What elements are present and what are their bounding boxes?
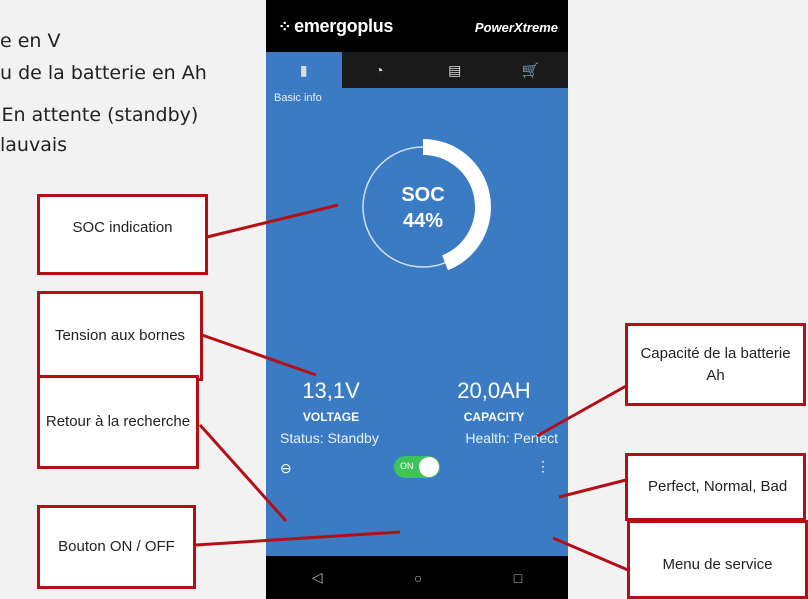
background-text-line-1: e en V [0, 30, 61, 52]
more-menu-icon[interactable]: ⋮ [536, 458, 550, 475]
back-icon[interactable]: ⊖ [280, 460, 292, 477]
product-logo: PowerXtreme [474, 20, 558, 35]
callout-capacity: Capacité de la batterie Ah [625, 323, 806, 406]
capacity-label: CAPACITY [463, 410, 525, 424]
nav-back-icon[interactable]: ◁ [312, 569, 323, 586]
voltage-value: 13,1V [302, 378, 360, 403]
soc-gauge [362, 139, 491, 271]
document-icon: ▤ [448, 61, 462, 78]
capacity-value: 20,0AH [457, 378, 531, 403]
tab-gauge[interactable]: ◔ [342, 52, 418, 88]
phone-screen: ⁘ emergoplus PowerXtreme ▮ ◔ ▤ 🛒 Basic in… [266, 0, 568, 599]
callout-health: Perfect, Normal, Bad [625, 453, 806, 521]
battery-icon: ▮ [299, 61, 308, 78]
tab-bar: ▮ ◔ ▤ 🛒 [266, 52, 568, 88]
soc-value: 44% [402, 210, 444, 232]
nav-recent-icon[interactable]: □ [514, 570, 522, 586]
background-text-line-2: u de la batterie en Ah [0, 62, 207, 84]
tab-document[interactable]: ▤ [417, 52, 493, 88]
power-toggle[interactable]: ON [394, 456, 440, 478]
brand-header: ⁘ emergoplus PowerXtreme [266, 0, 568, 52]
callout-onoff: Bouton ON / OFF [37, 505, 196, 589]
toggle-knob [419, 457, 439, 477]
soc-label: SOC [401, 184, 445, 206]
status-text: Status: Standby [280, 430, 379, 446]
section-title: Basic info [274, 92, 322, 104]
cart-icon: 🛒 [521, 61, 539, 78]
background-text-line-4: lauvais [0, 134, 68, 156]
android-nav-bar: ◁ ○ □ [266, 556, 568, 599]
nav-home-icon[interactable]: ○ [414, 570, 422, 586]
callout-soc: SOC indication [37, 194, 208, 275]
toggle-on-label: ON [400, 461, 414, 471]
voltage-metric: 13,1V VOLTAGE [276, 378, 386, 424]
logo-mark-icon: ⁘ [278, 19, 292, 36]
capacity-metric: 20,0AH CAPACITY [434, 378, 554, 424]
voltage-label: VOLTAGE [302, 410, 360, 424]
callout-back: Retour à la recherche [37, 375, 199, 469]
gauge-icon: ◔ [375, 62, 384, 78]
brand-logo: ⁘ emergoplus [278, 16, 394, 36]
health-text: Health: Perfect [465, 430, 558, 446]
basic-info-screen: Basic info SOC 44% 13,1V VOLTAGE 20,0AH … [266, 88, 568, 556]
line-health [558, 478, 627, 499]
tab-battery[interactable]: ▮ [266, 52, 342, 88]
tab-cart[interactable]: 🛒 [493, 52, 569, 88]
callout-voltage: Tension aux bornes [37, 291, 203, 381]
callout-menu: Menu de service [627, 520, 808, 599]
